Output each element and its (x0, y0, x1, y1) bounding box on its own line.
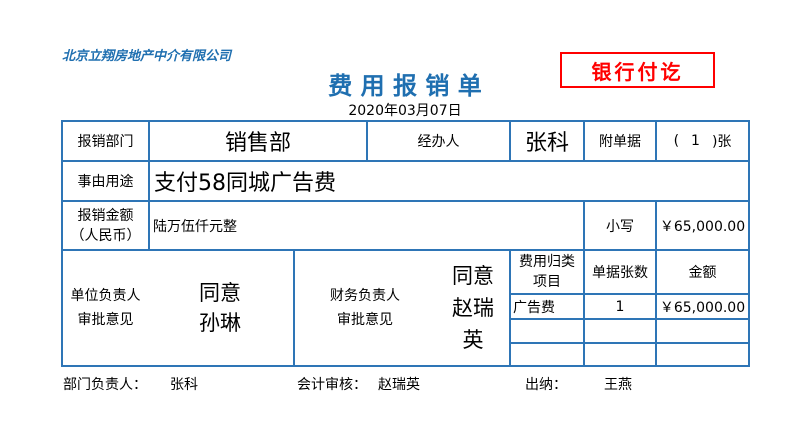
page-title: 费 用 报 销 单 (328, 71, 482, 100)
attachment-count: ( 1 )张 (657, 122, 748, 160)
fin-label-line2: 审批意见 (337, 312, 393, 328)
fin-label-line1: 财务负责人 (330, 288, 400, 304)
header-category: 费用归类项目 (519, 254, 575, 290)
amount-label-line1: 报销金额 (77, 207, 134, 224)
attachment-number: 1 (691, 133, 700, 149)
handler-label: 经办人 (417, 134, 460, 150)
form-date: 2020年03月07日 (348, 103, 462, 119)
paren-close: )张 (711, 134, 732, 150)
unit-approval-label: 单位负责人 审批意见 (63, 251, 148, 365)
amount-label: 报销金额 （人民币） (63, 202, 148, 249)
header-amount: 金额 (688, 265, 717, 281)
amount-in-words: 陆万伍仟元整 (153, 218, 237, 235)
item-amount: ￥65,000.00 (659, 299, 746, 316)
fin-opinion-line2: 赵瑞 (452, 296, 494, 320)
dept-head-label: 部门负责人： (63, 377, 147, 393)
dept-head-value: 张科 (170, 377, 198, 393)
header-count: 单据张数 (592, 265, 648, 281)
item-count: 1 (615, 298, 625, 315)
cashier-label: 出纳： (525, 377, 567, 393)
fin-opinion-line1: 同意 (452, 264, 494, 288)
cashier-value: 王燕 (604, 377, 632, 393)
amount-label-line2: （人民币） (70, 227, 141, 244)
company-name: 北京立翔房地产中介有限公司 (62, 49, 232, 64)
unit-opinion: 同意 孙琳 (180, 251, 260, 365)
purpose-value: 支付58同城广告费 (154, 171, 336, 196)
purpose-label: 事由用途 (77, 174, 134, 190)
dept-value: 销售部 (224, 131, 291, 156)
audit-label: 会计审核： (297, 377, 367, 393)
fin-opinion-line3: 英 (462, 328, 484, 352)
dept-label: 报销部门 (77, 134, 134, 150)
unit-opinion-line1: 同意 (199, 281, 241, 305)
unit-label-line1: 单位负责人 (70, 288, 141, 304)
bank-paid-stamp: 银行付讫 (560, 52, 715, 88)
finance-opinion: 同意 赵瑞 英 (438, 251, 508, 365)
finance-approval-label: 财务负责人 审批意见 (310, 251, 420, 365)
unit-opinion-line2: 孙琳 (199, 311, 241, 335)
audit-value: 赵瑞英 (378, 377, 420, 393)
small-amount-label: 小写 (606, 218, 634, 235)
amount-value: ￥65,000.00 (659, 218, 746, 235)
handler-value: 张科 (524, 131, 569, 156)
attachment-label: 附单据 (599, 134, 641, 150)
unit-label-line2: 审批意见 (77, 312, 134, 328)
item-category: 广告费 (513, 299, 555, 316)
paren-open: ( (673, 133, 680, 149)
